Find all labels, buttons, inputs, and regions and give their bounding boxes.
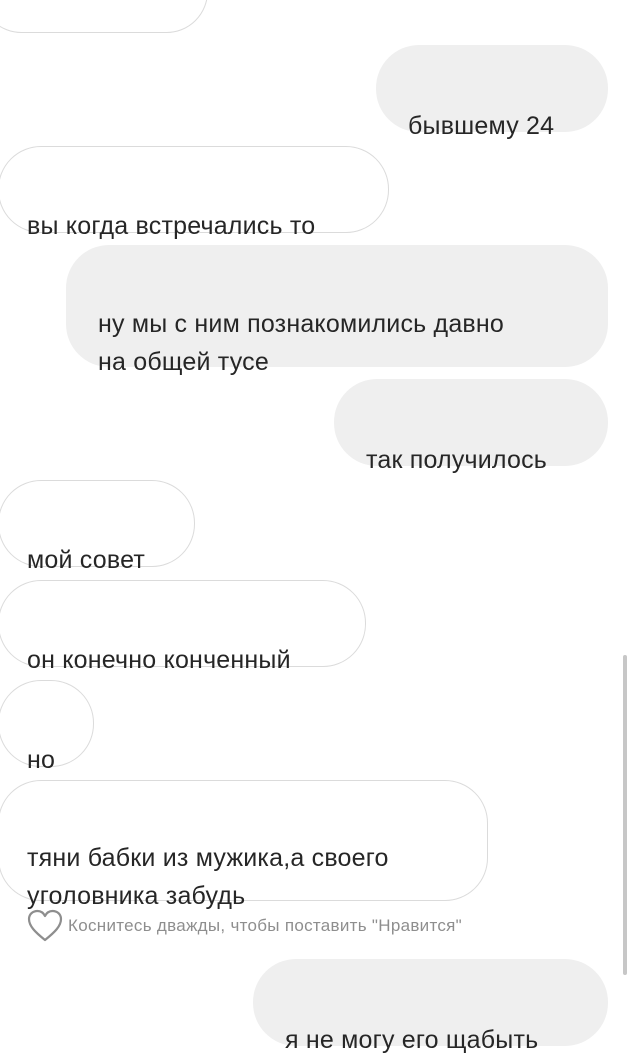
message-bubble-incoming[interactable]: но <box>0 680 94 774</box>
like-hint-text: Коснитесь дважды, чтобы поставить "Нрави… <box>68 916 463 935</box>
heart-icon[interactable] <box>26 908 64 944</box>
message-text: бывшему 24 <box>408 112 555 140</box>
message-text: ну мы с ним познакомились давно на общей… <box>98 310 505 376</box>
message-bubble-incoming[interactable]: вы когда встречались то <box>0 146 389 240</box>
double-tap-like-hint: Коснитесь дважды, чтобы поставить "Нрави… <box>26 908 462 944</box>
message-text: но <box>27 746 56 774</box>
message-bubble-outgoing[interactable]: я не могу его щабыть <box>253 959 608 1054</box>
message-bubble-incoming[interactable]: тяни бабки из мужика,а своего уголовника… <box>0 780 488 910</box>
message-bubble-incoming[interactable] <box>0 0 208 33</box>
scrollbar[interactable] <box>623 655 627 975</box>
message-text: тяни бабки из мужика,а своего уголовника… <box>27 844 389 910</box>
message-bubble-incoming[interactable]: он конечно конченный <box>0 580 366 674</box>
message-text: мой совет <box>27 546 146 574</box>
message-bubble-incoming[interactable]: мой совет <box>0 480 195 574</box>
message-bubble-outgoing[interactable]: ну мы с ним познакомились давно на общей… <box>66 245 608 376</box>
message-bubble-outgoing[interactable]: так получилось <box>334 379 608 474</box>
message-text: вы когда встречались то <box>27 212 316 240</box>
message-text: я не могу его щабыть <box>285 1026 539 1054</box>
message-text: так получилось <box>366 446 548 474</box>
message-text: он конечно конченный <box>27 646 291 674</box>
message-bubble-outgoing[interactable]: бывшему 24 <box>376 45 608 140</box>
